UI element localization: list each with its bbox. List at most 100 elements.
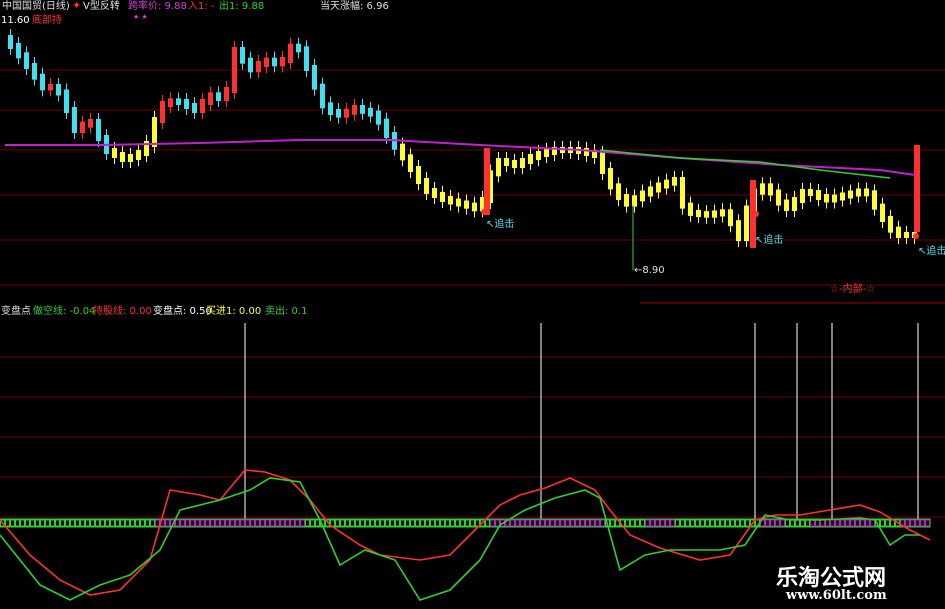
candle-body xyxy=(216,92,221,101)
candle-body xyxy=(672,177,677,186)
signal-bar-cell xyxy=(380,519,385,527)
signal-bar-cell xyxy=(510,519,515,527)
signal-bar-cell xyxy=(795,519,800,527)
signal-bar-cell xyxy=(335,519,340,527)
signal-bar-cell xyxy=(820,519,825,527)
signal-bar-cell xyxy=(40,519,45,527)
signal-bar-cell xyxy=(925,519,930,527)
signal-bar-cell xyxy=(790,519,795,527)
signal-bar-cell xyxy=(470,519,475,527)
signal-bar-cell xyxy=(560,519,565,527)
candle-body xyxy=(584,148,589,156)
signal-bar-cell xyxy=(180,519,185,527)
candle-body xyxy=(112,148,117,158)
signal-bar-cell xyxy=(570,519,575,527)
candle-body xyxy=(248,57,253,73)
candle-body xyxy=(832,194,837,203)
candle-body xyxy=(504,158,509,166)
candle-body xyxy=(784,199,789,211)
candle-body xyxy=(152,117,157,147)
candle-body xyxy=(160,101,165,123)
turn-point-label: 变盘点: 0.50 xyxy=(153,306,212,317)
panel-name[interactable]: 变盘点 xyxy=(1,306,31,318)
candle-body xyxy=(688,202,693,216)
signal-bar-cell xyxy=(880,519,885,527)
candle-body xyxy=(456,198,461,207)
candle-body xyxy=(800,189,805,203)
indicator-name[interactable]: V型反转 xyxy=(83,1,120,13)
signal-bar-cell xyxy=(735,519,740,527)
candle-body xyxy=(360,105,365,114)
signal-bar-cell xyxy=(285,519,290,527)
signal-bar-cell xyxy=(765,519,770,527)
candle-body xyxy=(472,202,477,212)
candle-body xyxy=(840,192,845,201)
candle-body xyxy=(32,63,37,80)
signal-bar-cell xyxy=(410,519,415,527)
candle-body xyxy=(632,195,637,207)
signal-bar-cell xyxy=(215,519,220,527)
candle-body xyxy=(640,190,645,202)
signal-bar-cell xyxy=(645,519,650,527)
candle-body xyxy=(48,84,53,91)
bull-line-label: 持股线: 0.00 xyxy=(93,306,152,317)
signal-bar-cell xyxy=(920,519,925,527)
signal-bar-cell xyxy=(185,519,190,527)
candle-body xyxy=(232,47,237,93)
signal-bar-cell xyxy=(190,519,195,527)
candle-body xyxy=(808,189,813,196)
signal-bar-cell xyxy=(375,519,380,527)
signal-bar-cell xyxy=(300,519,305,527)
signal-bar-cell xyxy=(455,519,460,527)
signal-bar-cell xyxy=(430,519,435,527)
chart-canvas[interactable] xyxy=(0,0,945,609)
candle-body xyxy=(304,46,309,71)
candle-body xyxy=(720,209,725,217)
signal-bar-cell xyxy=(435,519,440,527)
in-label: 入1: - xyxy=(188,1,215,12)
candle-body xyxy=(192,103,197,113)
signal-bar-cell xyxy=(415,519,420,527)
signal-bar-cell xyxy=(55,519,60,527)
signal-bar-cell xyxy=(775,519,780,527)
signal-bar-cell xyxy=(120,519,125,527)
signal-bar-cell xyxy=(80,519,85,527)
signal-bar-cell xyxy=(90,519,95,527)
candle-body xyxy=(264,57,269,67)
signal-bar-cell xyxy=(610,519,615,527)
candle-body xyxy=(768,183,773,196)
signal-bar-cell xyxy=(725,519,730,527)
watermark-url: www.60lt.com xyxy=(786,588,887,603)
candle-body xyxy=(608,168,613,190)
candle-body xyxy=(864,188,869,197)
candle-body xyxy=(200,99,205,113)
candle-body xyxy=(240,47,245,64)
signal-bar-cell xyxy=(420,519,425,527)
chase-signal-2: ↖追击 xyxy=(755,235,784,246)
candle-body xyxy=(88,119,93,128)
signal-bar-cell xyxy=(705,519,710,527)
signal-bar-cell xyxy=(785,519,790,527)
signal-bar-cell xyxy=(710,519,715,527)
candle-body xyxy=(496,158,501,177)
signal-bar-cell xyxy=(695,519,700,527)
signal-bar-cell xyxy=(235,519,240,527)
signal-bar-cell xyxy=(730,519,735,527)
signal-bar-cell xyxy=(680,519,685,527)
signal-bar-cell xyxy=(850,519,855,527)
signal-bar-cell xyxy=(145,519,150,527)
signal-bar-cell xyxy=(65,519,70,527)
candle-body xyxy=(8,35,13,49)
bottom-tag: ☆-内部-☆ xyxy=(830,284,876,295)
big-candle-body xyxy=(484,148,490,215)
candle-body xyxy=(648,186,653,197)
signal-bar-cell xyxy=(50,519,55,527)
candle-body xyxy=(736,220,741,242)
signal-bar-cell xyxy=(665,519,670,527)
signal-bar-cell xyxy=(35,519,40,527)
signal-bar-cell xyxy=(140,519,145,527)
signal-bar-cell xyxy=(265,519,270,527)
signal-bar-cell xyxy=(45,519,50,527)
signal-bar-cell xyxy=(805,519,810,527)
grid-lines xyxy=(0,69,945,518)
